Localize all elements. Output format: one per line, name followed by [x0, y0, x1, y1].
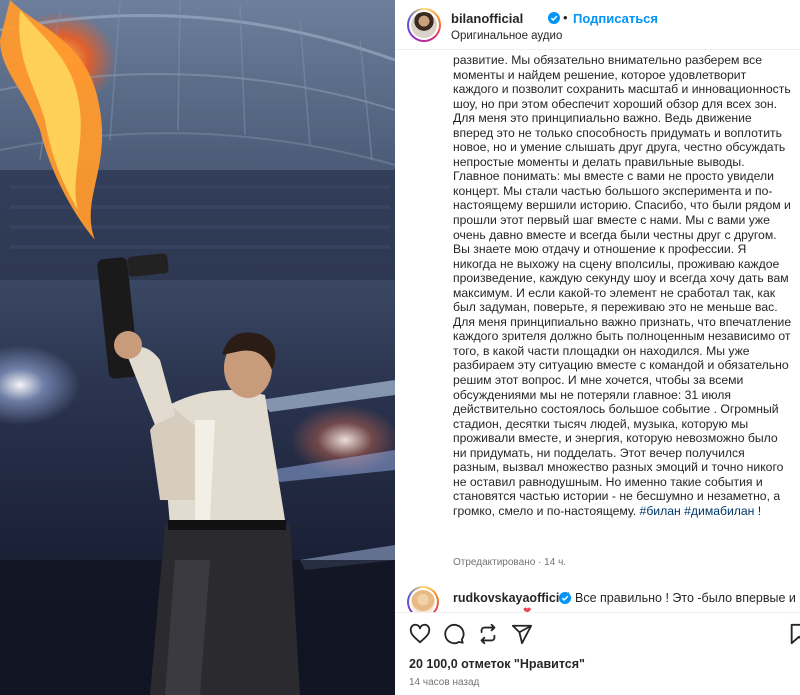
post-actions-bar: [395, 612, 800, 652]
separator-dot: •: [563, 10, 568, 25]
author-avatar[interactable]: [407, 8, 441, 42]
verified-badge-icon: [548, 11, 560, 29]
post-header: bilanofficial • Подписаться Оригинальное…: [395, 0, 800, 50]
comment-icon[interactable]: [443, 623, 465, 645]
post-photo[interactable]: [0, 0, 395, 695]
verified-badge-icon: [559, 591, 571, 609]
likes-count[interactable]: 20 100,0 отметок "Нравится": [409, 657, 585, 671]
follow-button[interactable]: Подписаться: [573, 11, 658, 26]
post-side-panel: bilanofficial • Подписаться Оригинальное…: [395, 0, 800, 695]
caption-tail: !: [754, 503, 762, 518]
comment-item: rudkovskayaofficial Все правильно ! Это …: [395, 582, 800, 612]
share-icon[interactable]: [477, 623, 499, 645]
post-timestamp[interactable]: 14 часов назад: [409, 677, 479, 688]
send-icon[interactable]: [511, 623, 533, 645]
original-audio-link[interactable]: Оригинальное аудио: [451, 30, 562, 42]
concert-scene: [0, 0, 395, 695]
commenter-avatar[interactable]: [407, 586, 439, 612]
caption-edited-label: Отредактировано · 14 ч.: [453, 557, 567, 568]
author-username[interactable]: bilanofficial: [451, 11, 523, 26]
heart-icon[interactable]: [409, 623, 431, 645]
comment-text: Все правильно ! Это -было впервые и: [575, 591, 796, 605]
caption-hashtags[interactable]: #билан #димабилан: [640, 504, 755, 518]
caption-text: развитие. Мы обязательно внимательно раз…: [453, 53, 792, 518]
commenter-username[interactable]: rudkovskayaofficial: [453, 591, 570, 605]
post-caption: развитие. Мы обязательно внимательно раз…: [453, 53, 793, 573]
bookmark-icon[interactable]: [788, 623, 800, 645]
